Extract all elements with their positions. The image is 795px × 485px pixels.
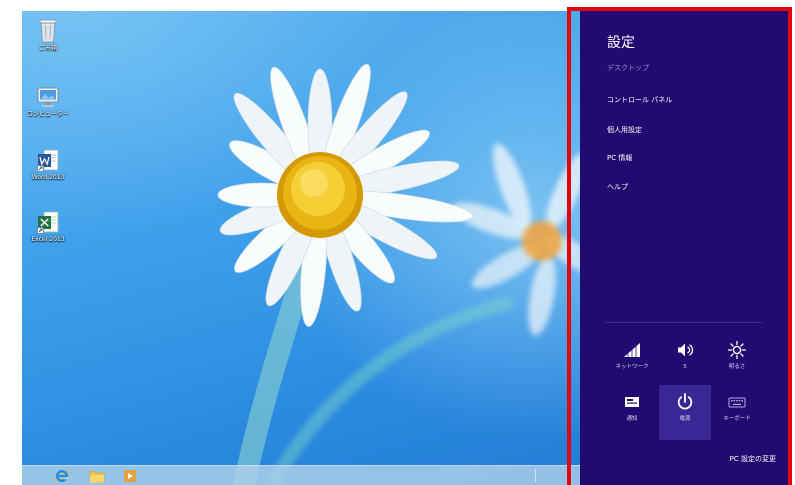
taskbar-media-player[interactable] xyxy=(119,467,141,484)
quick-setting-label: 5 xyxy=(683,364,687,370)
quick-setting-label: 電源 xyxy=(679,416,691,422)
power-icon xyxy=(677,393,693,410)
brightness-icon xyxy=(727,340,747,360)
media-player-icon xyxy=(124,469,136,482)
file-explorer-icon xyxy=(89,470,105,482)
quick-setting-label: 通知 xyxy=(626,416,638,422)
desktop-icon-excel[interactable]: Excel 2013 xyxy=(25,210,71,243)
computer-icon xyxy=(37,87,59,107)
quick-setting-label: 明るさ xyxy=(728,364,746,370)
quick-setting-power[interactable]: 電源 xyxy=(659,385,711,440)
taskbar-file-explorer[interactable] xyxy=(86,467,108,484)
volume-icon xyxy=(678,343,694,357)
desktop-icon-label: Word 2013 xyxy=(31,174,65,181)
quick-setting-label: キーボード xyxy=(723,416,751,422)
settings-charm: 設定 デスクトップ コントロール パネル 個人用設定 PC 情報 ヘルプ ネット… xyxy=(580,11,788,485)
internet-explorer-icon xyxy=(54,469,70,482)
quick-setting-label: ネットワーク xyxy=(615,364,649,370)
charm-link-personalization[interactable]: 個人用設定 xyxy=(607,126,642,134)
daisy-center xyxy=(277,152,363,238)
desktop-icon-recycle-bin[interactable]: ごみ箱 xyxy=(25,17,71,52)
quick-setting-keyboard[interactable]: キーボード xyxy=(711,385,763,440)
word-icon xyxy=(37,149,59,172)
desktop-icon-label: コンピューター xyxy=(26,111,69,118)
quick-setting-notifications[interactable]: 通知 xyxy=(606,385,658,440)
change-pc-settings-link[interactable]: PC 設定の変更 xyxy=(730,455,776,463)
excel-icon xyxy=(37,211,59,234)
desktop-icon-label: ごみ箱 xyxy=(38,45,57,52)
charm-link-control-panel[interactable]: コントロール パネル xyxy=(607,96,672,104)
taskbar-separator xyxy=(535,469,536,482)
taskbar-internet-explorer[interactable] xyxy=(51,467,73,484)
keyboard-icon xyxy=(728,397,746,408)
desktop-icon-computer[interactable]: コンピューター xyxy=(25,85,71,118)
notifications-icon xyxy=(625,397,639,407)
desktop-icon-label: Excel 2013 xyxy=(31,236,65,243)
charm-divider xyxy=(605,322,762,323)
charm-title: 設定 xyxy=(607,35,635,51)
desktop-icon-word[interactable]: Word 2013 xyxy=(25,148,71,181)
recycle-bin-icon xyxy=(39,19,57,43)
quick-setting-network[interactable]: ネットワーク xyxy=(606,333,658,388)
quick-setting-volume[interactable]: 5 xyxy=(659,333,711,388)
charm-link-pc-info[interactable]: PC 情報 xyxy=(607,154,632,162)
charm-context: デスクトップ xyxy=(607,64,649,72)
charm-link-help[interactable]: ヘルプ xyxy=(607,183,628,191)
network-signal-icon xyxy=(624,343,640,358)
quick-setting-brightness[interactable]: 明るさ xyxy=(711,333,763,388)
